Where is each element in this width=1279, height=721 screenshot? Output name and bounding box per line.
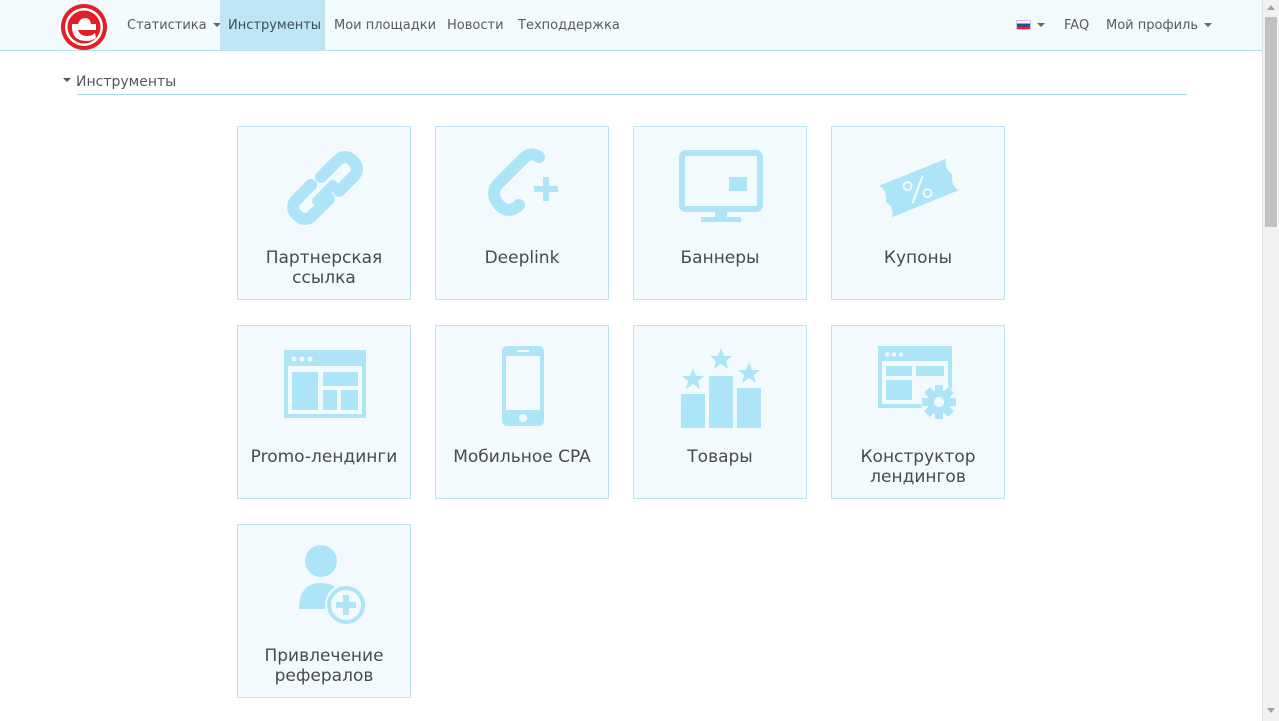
nav-my-sites[interactable]: Мои площадки bbox=[326, 0, 444, 50]
tile-label-line1: Мобильное CPA bbox=[453, 447, 591, 467]
landing-page-icon bbox=[284, 350, 366, 418]
tile-label-line1: Баннеры bbox=[680, 248, 760, 268]
tile-deeplink[interactable]: Deeplink bbox=[435, 126, 609, 300]
tile-products[interactable]: Товары bbox=[633, 325, 807, 499]
nav-profile-label: Мой профиль bbox=[1106, 18, 1198, 33]
products-stars-icon bbox=[681, 348, 761, 428]
tile-referrals[interactable]: Привлечение рефералов bbox=[237, 524, 411, 698]
tile-label-line1: Купоны bbox=[883, 248, 953, 268]
section-header[interactable]: Инструменты bbox=[63, 74, 176, 90]
nav-news[interactable]: Новости bbox=[439, 0, 512, 50]
chevron-down-icon bbox=[1204, 22, 1212, 27]
tile-label: Баннеры bbox=[634, 248, 806, 268]
nav-support-label: Техподдержка bbox=[518, 18, 620, 33]
tile-label: Мобильное CPA bbox=[436, 447, 608, 467]
nav-tools-label: Инструменты bbox=[228, 18, 322, 33]
tile-coupons[interactable]: Купоны bbox=[831, 126, 1005, 300]
tile-label-line2: рефералов bbox=[274, 666, 374, 686]
nav-statistics[interactable]: Статистика bbox=[119, 0, 229, 50]
tile-label-line1: Конструктор bbox=[860, 447, 976, 467]
tile-label: Товары bbox=[634, 447, 806, 467]
nav-statistics-label: Статистика bbox=[127, 18, 207, 33]
nav-faq[interactable]: FAQ bbox=[1056, 0, 1097, 50]
add-user-icon bbox=[299, 545, 367, 626]
chevron-down-icon bbox=[1037, 22, 1045, 27]
tile-partner-link[interactable]: Партнерская ссылка bbox=[237, 126, 411, 300]
scroll-up-arrow-icon[interactable] bbox=[1267, 5, 1275, 10]
top-navbar: Статистика Инструменты Мои площадки Ново… bbox=[0, 0, 1262, 51]
nav-profile[interactable]: Мой профиль bbox=[1098, 0, 1220, 50]
nav-tools[interactable]: Инструменты bbox=[220, 0, 325, 50]
chain-link-icon bbox=[287, 151, 363, 225]
landing-builder-icon bbox=[878, 346, 957, 420]
coupon-icon bbox=[879, 158, 959, 218]
nav-my-sites-label: Мои площадки bbox=[334, 18, 437, 33]
nav-news-label: Новости bbox=[447, 18, 504, 33]
language-selector[interactable] bbox=[1008, 0, 1053, 50]
tile-label: Конструктор лендингов bbox=[832, 447, 1004, 487]
tile-label-line1: Товары bbox=[687, 447, 753, 467]
tile-label: Партнерская ссылка bbox=[238, 248, 410, 288]
smartphone-icon bbox=[502, 346, 544, 426]
scrollbar-thumb[interactable] bbox=[1265, 17, 1277, 227]
tile-mobile-cpa[interactable]: Мобильное CPA bbox=[435, 325, 609, 499]
tile-label-line1: Promo-лендинги bbox=[250, 447, 398, 467]
scroll-down-arrow-icon[interactable] bbox=[1267, 708, 1275, 713]
russia-flag-icon bbox=[1016, 19, 1031, 30]
tile-label-line1: Привлечение bbox=[264, 646, 384, 666]
tile-label: Купоны bbox=[832, 248, 1004, 268]
deeplink-icon bbox=[488, 148, 558, 216]
tile-promo-landings[interactable]: Promo-лендинги bbox=[237, 325, 411, 499]
tile-label-line2: ссылка bbox=[292, 268, 356, 288]
tile-label: Привлечение рефералов bbox=[238, 646, 410, 686]
tile-label-line1: Партнерская bbox=[265, 248, 383, 268]
tile-banners[interactable]: Баннеры bbox=[633, 126, 807, 300]
section-divider bbox=[77, 94, 1187, 95]
section-title: Инструменты bbox=[76, 74, 177, 90]
logo-icon[interactable] bbox=[61, 4, 107, 50]
tile-label-line1: Deeplink bbox=[484, 248, 560, 268]
tile-label: Deeplink bbox=[436, 248, 608, 268]
tile-label-line2: лендингов bbox=[870, 467, 966, 487]
vertical-scrollbar[interactable] bbox=[1262, 0, 1279, 721]
nav-support[interactable]: Техподдержка bbox=[510, 0, 628, 50]
nav-faq-label: FAQ bbox=[1064, 18, 1090, 33]
tile-label: Promo-лендинги bbox=[238, 447, 410, 467]
tile-landing-builder[interactable]: Конструктор лендингов bbox=[831, 325, 1005, 499]
monitor-icon bbox=[679, 150, 763, 222]
collapse-caret-icon bbox=[63, 78, 71, 82]
